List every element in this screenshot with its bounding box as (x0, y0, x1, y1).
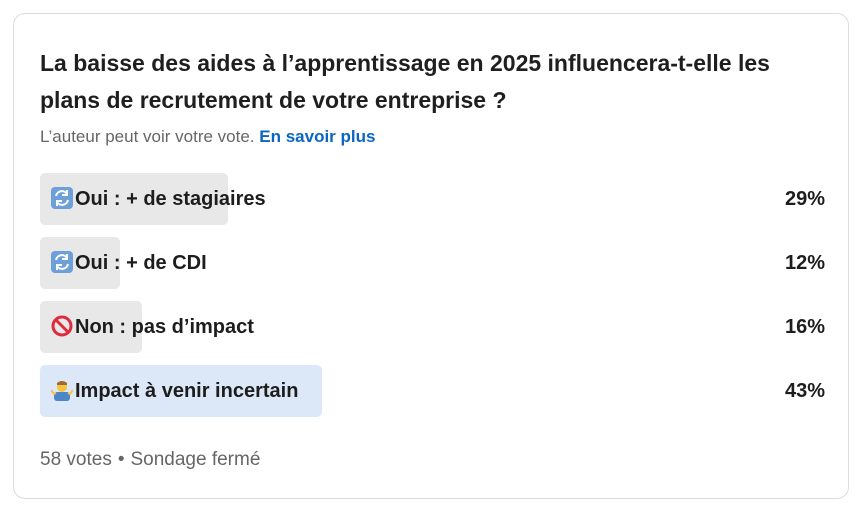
poll-option-percent: 43% (784, 380, 825, 402)
poll-option-text: Oui : + de CDI (75, 252, 207, 274)
poll-question: La baisse des aides à l’apprentissage en… (40, 50, 770, 113)
separator-dot: • (117, 449, 125, 470)
visibility-note-text: L’auteur peut voir votre vote. (40, 127, 255, 146)
vote-count: 58 votes (40, 449, 112, 470)
poll-card: La baisse des aides à l’apprentissage en… (13, 13, 849, 499)
shrug-icon (51, 381, 73, 401)
poll-option-text: Impact à venir incertain (75, 380, 299, 402)
arrows-icon (51, 187, 73, 209)
visibility-note: L’auteur peut voir votre vote. En savoir… (40, 125, 375, 149)
poll-option-label: Oui : + de CDI (51, 237, 207, 289)
poll-option-label: Non : pas d’impact (51, 301, 254, 353)
poll-option-text: Non : pas d’impact (75, 316, 254, 338)
poll-option-cdi[interactable]: Oui : + de CDI 12% (40, 237, 825, 289)
poll-option-percent: 12% (784, 252, 825, 274)
poll-option-text: Oui : + de stagiaires (75, 188, 266, 210)
poll-option-percent: 16% (784, 316, 825, 338)
poll-footer: 58 votes • Sondage fermé (40, 447, 260, 473)
no-entry-icon (51, 315, 73, 337)
arrows-icon (51, 251, 73, 273)
poll-option-label: Impact à venir incertain (51, 365, 298, 417)
poll-status: Sondage fermé (130, 449, 261, 470)
poll-option-pas-impact[interactable]: Non : pas d’impact 16% (40, 301, 825, 353)
poll-option-label: Oui : + de stagiaires (51, 173, 266, 225)
poll-option-incertain[interactable]: Impact à venir incertain 43% (40, 365, 825, 417)
poll-option-percent: 29% (784, 188, 825, 210)
learn-more-link[interactable]: En savoir plus (259, 127, 375, 146)
poll-option-stagiaires[interactable]: Oui : + de stagiaires 29% (40, 173, 825, 225)
